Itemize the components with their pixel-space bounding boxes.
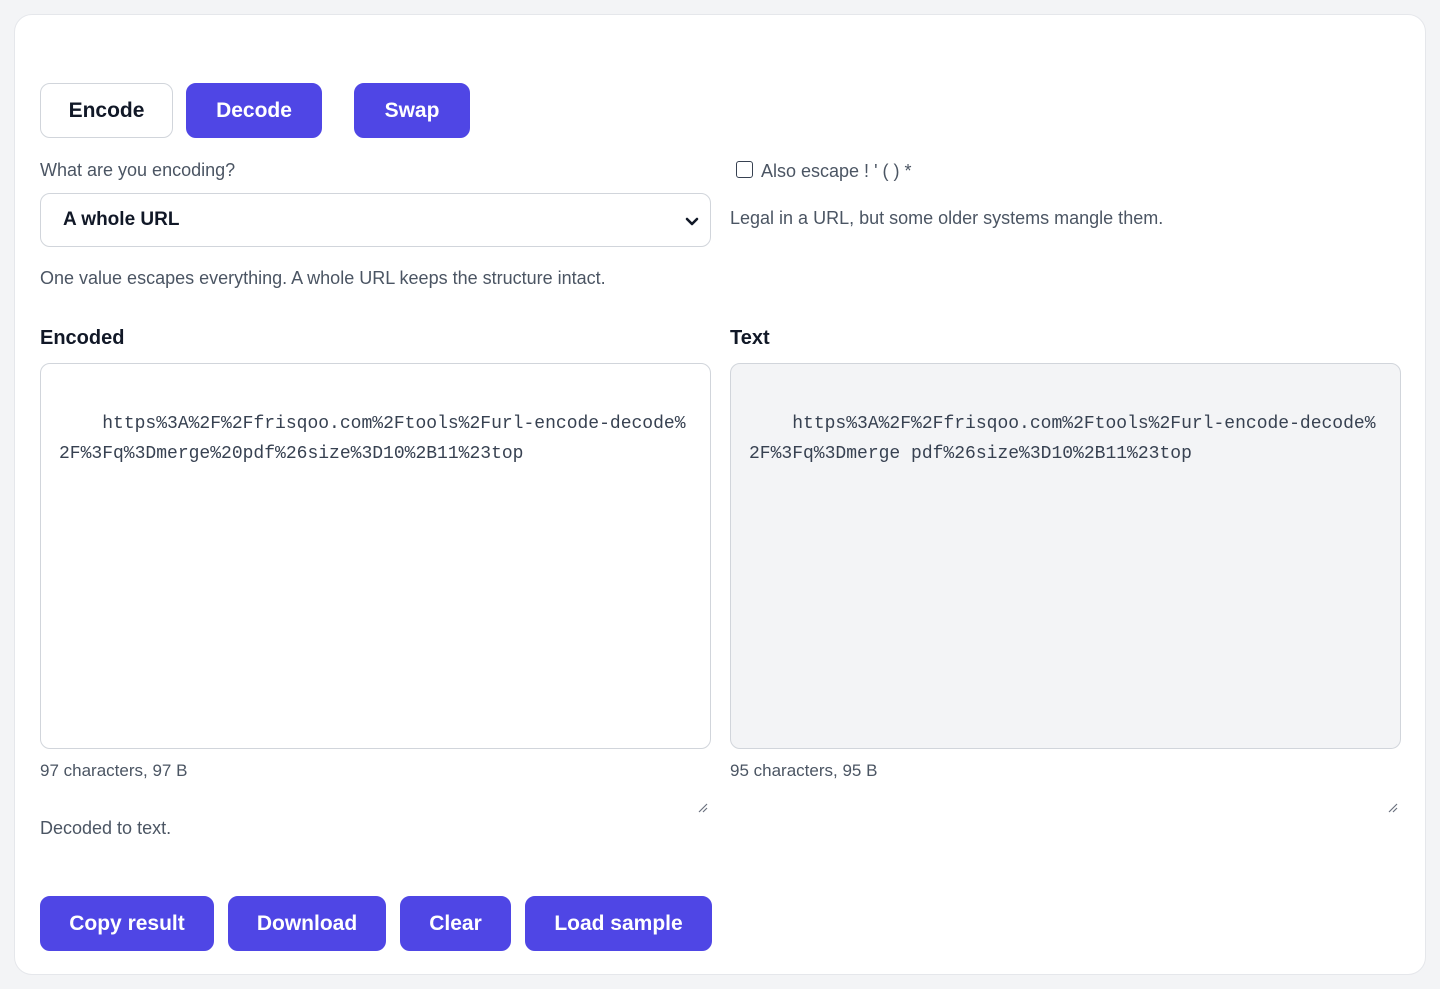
copy-result-button[interactable]: Copy result bbox=[40, 896, 214, 951]
resize-grip-icon[interactable] bbox=[1386, 734, 1398, 813]
escape-hint: Legal in a URL, but some older systems m… bbox=[730, 208, 1164, 228]
encoding-select[interactable]: A whole URL bbox=[40, 193, 711, 247]
encoding-select-hint: One value escapes everything. A whole UR… bbox=[40, 268, 606, 288]
decode-button[interactable]: Decode bbox=[186, 83, 322, 138]
text-stats: 95 characters, 95 B bbox=[730, 761, 878, 780]
encoding-select-label: What are you encoding? bbox=[40, 160, 236, 180]
resize-grip-icon[interactable] bbox=[696, 734, 708, 813]
url-tool-card: Encode Decode Swap What are you encoding… bbox=[14, 14, 1426, 975]
encoding-select-value: A whole URL bbox=[63, 209, 180, 230]
text-textarea-value: https%3A%2F%2Ffrisqoo.com%2Ftools%2Furl-… bbox=[749, 414, 1376, 464]
clear-button[interactable]: Clear bbox=[400, 896, 511, 951]
encoded-textarea-value: https%3A%2F%2Ffrisqoo.com%2Ftools%2Furl-… bbox=[59, 414, 686, 464]
text-textarea[interactable]: https%3A%2F%2Ffrisqoo.com%2Ftools%2Furl-… bbox=[730, 363, 1401, 813]
text-panel-title: Text bbox=[730, 327, 770, 349]
encode-button[interactable]: Encode bbox=[40, 83, 173, 138]
status-message: Decoded to text. bbox=[40, 818, 172, 838]
load-sample-button[interactable]: Load sample bbox=[525, 896, 712, 951]
escape-checkbox[interactable] bbox=[736, 161, 753, 178]
download-button[interactable]: Download bbox=[228, 896, 386, 951]
escape-checkbox-label[interactable]: Also escape ! ' ( ) * bbox=[761, 161, 912, 182]
swap-button[interactable]: Swap bbox=[354, 83, 470, 138]
encoded-stats: 97 characters, 97 B bbox=[40, 761, 188, 780]
encoded-panel-title: Encoded bbox=[40, 327, 125, 349]
chevron-down-icon bbox=[680, 209, 704, 233]
encoded-textarea[interactable]: https%3A%2F%2Ffrisqoo.com%2Ftools%2Furl-… bbox=[40, 363, 711, 813]
